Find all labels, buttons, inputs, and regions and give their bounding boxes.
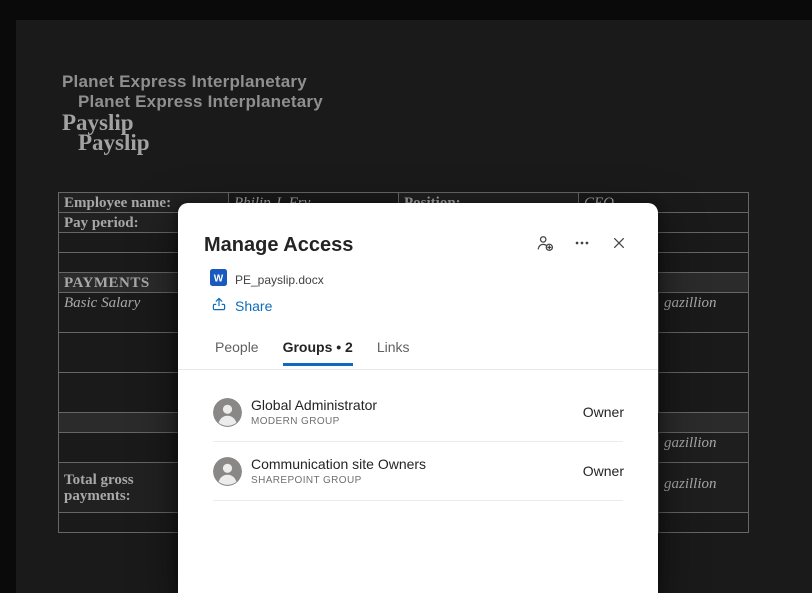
manage-access-dialog: Manage Access — [178, 203, 658, 593]
total-gross-label: Total gross payments: — [64, 472, 172, 504]
ellipsis-icon — [573, 234, 591, 255]
share-icon — [211, 296, 227, 317]
basic-salary-amount-cell: gazillion — [658, 292, 749, 333]
share-button[interactable]: Share — [211, 296, 272, 316]
grant-access-button[interactable] — [535, 234, 555, 254]
table-cell — [658, 512, 749, 533]
group-type: SHAREPOINT GROUP — [251, 475, 583, 486]
group-type: MODERN GROUP — [251, 416, 583, 427]
amount-cell: gazillion — [658, 432, 749, 463]
more-options-button[interactable] — [572, 234, 592, 254]
group-role: Owner — [583, 463, 624, 479]
group-info: Communication site Owners SHAREPOINT GRO… — [251, 456, 583, 486]
company-heading: Planet Express Interplanetary — [78, 92, 323, 112]
person-add-icon — [536, 234, 554, 255]
tab-groups[interactable]: Groups • 2 — [283, 339, 353, 366]
group-list-item: Global Administrator MODERN GROUP Owner — [178, 383, 658, 441]
tab-bar: People Groups • 2 Links — [215, 339, 434, 366]
group-name: Communication site Owners — [251, 456, 583, 473]
table-cell — [658, 372, 749, 413]
payslip-heading: Payslip — [62, 110, 134, 136]
group-avatar — [213, 457, 242, 486]
group-info: Global Administrator MODERN GROUP — [251, 397, 583, 427]
group-name: Global Administrator — [251, 397, 583, 414]
file-row: W PE_payslip.docx — [210, 271, 324, 289]
tabs-divider — [178, 369, 658, 370]
list-divider — [213, 500, 623, 501]
close-icon — [611, 235, 627, 254]
total-gross-amount-cell: gazillion — [658, 462, 749, 513]
word-file-icon: W — [210, 269, 227, 291]
group-avatar — [213, 398, 242, 427]
tab-links[interactable]: Links — [377, 339, 410, 366]
group-role: Owner — [583, 404, 624, 420]
tab-people[interactable]: People — [215, 339, 259, 366]
svg-text:W: W — [214, 274, 224, 285]
group-list-item: Communication site Owners SHAREPOINT GRO… — [178, 442, 658, 500]
company-heading: Planet Express Interplanetary — [62, 72, 307, 92]
share-label: Share — [235, 298, 272, 314]
dialog-action-buttons — [535, 234, 629, 254]
table-cell — [658, 332, 749, 373]
close-button[interactable] — [609, 234, 629, 254]
dialog-title: Manage Access — [204, 232, 353, 258]
group-list: Global Administrator MODERN GROUP Owner … — [178, 383, 658, 501]
file-name: PE_payslip.docx — [235, 273, 324, 287]
